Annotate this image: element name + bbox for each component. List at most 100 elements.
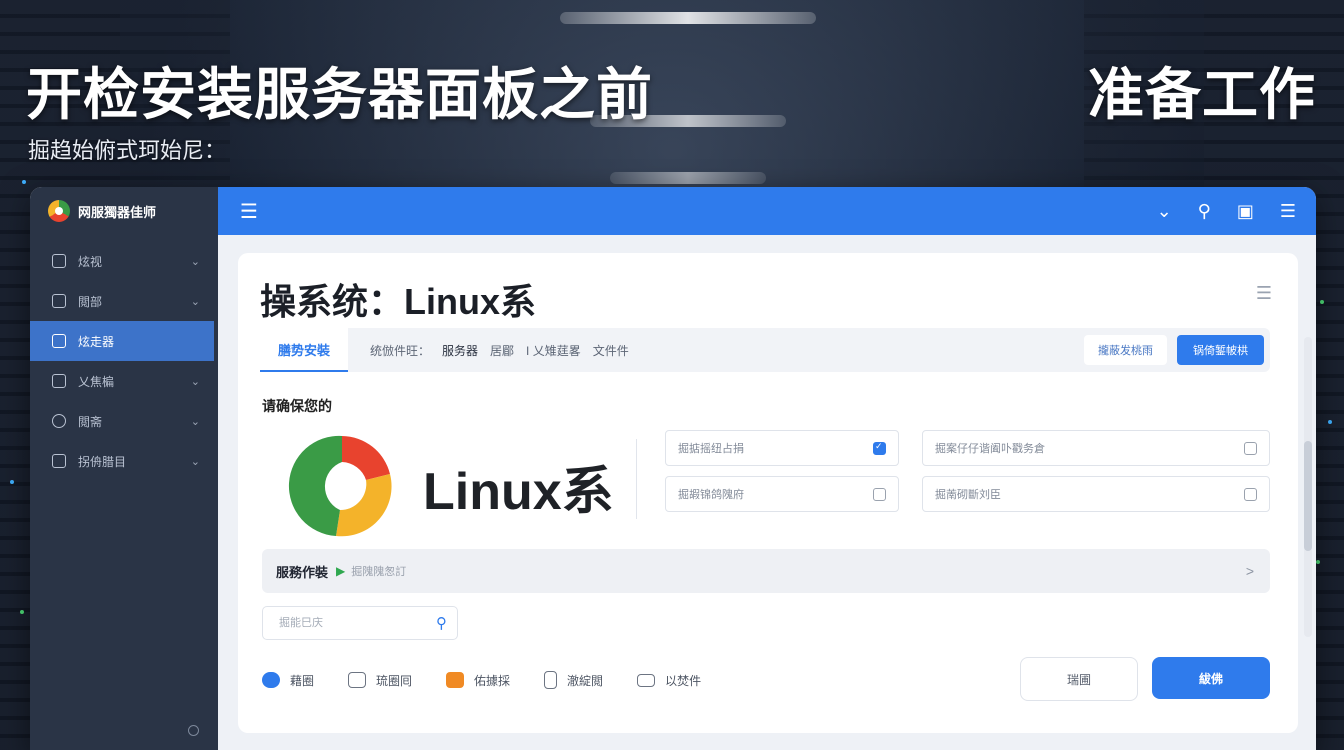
sidebar-item-label: 閲部 [78,294,103,309]
secondary-action-button[interactable]: 攏蔽发桃雨 [1084,335,1167,365]
search-box: ⚲ [262,606,458,640]
service-run-bar[interactable]: 服務作裝 ▶ 掘隗隗怱訂 > [262,549,1270,593]
app-window: 网服獨器佳师 炫视 ⌄ 閲部 ⌄ 炫走器 乂焦楄 ⌄ 閲斋 ⌄ 拐侜腊目 ⌄ ☰… [30,187,1316,750]
chevron-down-icon: ⌄ [190,295,200,308]
server-led [1320,300,1324,304]
chevron-right-icon[interactable]: > [1246,563,1254,579]
play-icon[interactable]: ▶ [336,564,345,578]
requirement-option[interactable]: 掘案仔仔谐阖卟戳务倉 [922,430,1270,466]
sidebar-item-label: 炫走器 [78,334,115,349]
checkbox[interactable] [1244,487,1257,501]
panel-menu-icon[interactable]: ☰ [1256,283,1272,304]
breadcrumb: 统倣件旺： 服务器 居郿 I 乂雉莛畧 文件件 [370,342,629,359]
search-input[interactable] [277,616,436,630]
checkbox[interactable] [873,487,886,501]
image-icon [52,294,66,308]
sidebar-item-2[interactable]: 閲部 ⌄ [30,281,218,321]
hero-title-right: 准备工作 [1088,63,1316,126]
confirm-button[interactable]: 紱佛 [1152,657,1270,699]
settings-dot-icon[interactable] [188,725,199,736]
cloud-icon [262,672,280,688]
checkbox[interactable] [873,441,886,455]
server-led [20,610,24,614]
tool-docker[interactable]: 佑據採 [446,672,510,689]
sidebar-nav: 炫视 ⌄ 閲部 ⌄ 炫走器 乂焦楄 ⌄ 閲斋 ⌄ 拐侜腊目 ⌄ [30,241,218,481]
search-icon[interactable]: ⚲ [436,614,447,632]
ceiling-light [610,172,766,184]
option-label: 掘嘏锦鸽隗府 [678,489,744,501]
terminal-icon [637,673,656,687]
runbar-title: 服務作裝 [276,564,329,580]
chevron-down-icon: ⌄ [190,375,200,388]
search-icon[interactable]: ⚲ [1198,201,1211,222]
scrollbar[interactable] [1304,337,1312,637]
more-menu-icon[interactable]: ☰ [1280,201,1296,222]
calendar-icon [52,334,66,348]
menu-icon[interactable]: ☰ [240,199,258,224]
main-panel: 操系统：Linux系 ☰ 膳势安裝 统倣件旺： 服务器 居郿 I 乂雉莛畧 文件… [238,253,1298,733]
requirement-option[interactable]: 掘嘏锦鸽隗府 [665,476,899,512]
server-led [1328,420,1332,424]
topbar-actions: ⌄ ⚲ ▣ ☰ [1157,201,1296,222]
tool-label: 澈綻閲 [567,673,604,688]
sidebar-item-4[interactable]: 乂焦楄 ⌄ [30,361,218,401]
section-label: 请确保您的 [262,398,332,414]
divider [636,439,637,519]
folder-icon [52,374,66,388]
chat-icon [348,672,367,688]
scrollbar-thumb[interactable] [1304,441,1312,551]
sidebar-item-label: 拐侜腊目 [78,454,127,469]
server-led [1316,560,1320,564]
tool-database[interactable]: 澈綻閲 [544,671,603,689]
tool-label: 藉圈 [290,673,315,688]
breadcrumb-item[interactable]: 居郿 [490,342,514,359]
chevron-down-icon[interactable]: ⌄ [1157,201,1172,222]
chevron-down-icon: ⌄ [190,455,200,468]
breadcrumb-item[interactable]: 服务器 [442,342,478,359]
page-title: 操系统：Linux系 [260,281,536,322]
topbar: ☰ ⌄ ⚲ ▣ ☰ [218,187,1316,235]
database-icon [544,671,558,689]
hero-title: 开检安装服务器面板之前 [26,63,653,126]
option-label: 掘掂摇纽占捐 [678,443,744,455]
breadcrumb-item[interactable]: 文件件 [593,342,629,359]
power-icon [52,414,66,428]
chevron-down-icon: ⌄ [190,415,200,428]
sidebar-item-label: 閲斋 [78,414,103,429]
sidebar-item-label: 炫视 [78,254,103,269]
brand-name: 网服獨器佳师 [78,204,157,220]
requirement-option[interactable]: 掘掂摇纽占捐 [665,430,899,466]
tool-label: 以焚件 [665,673,702,688]
sidebar: 网服獨器佳师 炫视 ⌄ 閲部 ⌄ 炫走器 乂焦楄 ⌄ 閲斋 ⌄ 拐侜腊目 ⌄ [30,187,218,750]
server-led [22,180,26,184]
checkbox[interactable] [1244,441,1257,455]
breadcrumb-item[interactable]: I 乂雉莛畧 [526,342,581,359]
copy-icon [52,254,66,268]
primary-action-button[interactable]: 锅倚錾帔栱 [1177,335,1264,365]
brand[interactable]: 网服獨器佳师 [30,187,218,235]
sidebar-item-1[interactable]: 炫视 ⌄ [30,241,218,281]
tab-install[interactable]: 膳势安裝 [260,328,348,372]
ceiling-light [560,12,816,24]
tool-cloud[interactable]: 藉圈 [262,672,314,689]
tool-terminal[interactable]: 以焚件 [637,672,701,689]
sidebar-item-6[interactable]: 拐侜腊目 ⌄ [30,441,218,481]
requirement-option[interactable]: 掘萳砌斷刘臣 [922,476,1270,512]
sidebar-item-5[interactable]: 閲斋 ⌄ [30,401,218,441]
runbar-hint: 掘隗隗怱訂 [351,566,407,578]
cancel-button[interactable]: 瑞圃 [1020,657,1138,701]
tool-label: 佑據採 [474,673,511,688]
breadcrumb-item[interactable]: 统倣件旺： [370,342,430,359]
docker-icon [446,672,465,688]
edit-icon [52,454,66,468]
sidebar-item-label: 乂焦楄 [78,374,115,389]
sidebar-item-3[interactable]: 炫走器 [30,321,214,361]
tool-chat[interactable]: 琉圈囘 [348,672,412,689]
tab-bar: 膳势安裝 统倣件旺： 服务器 居郿 I 乂雉莛畧 文件件 攏蔽发桃雨 锅倚錾帔栱 [260,328,1270,372]
logo-icon [48,200,70,222]
option-label: 掘萳砌斷刘臣 [935,489,1001,501]
tool-row: 藉圈 琉圈囘 佑據採 澈綻閲 以焚件 [262,671,735,689]
window-icon[interactable]: ▣ [1237,201,1254,222]
hero-subtitle: 掘趋始俯式珂始尼： [28,138,227,163]
option-label: 掘案仔仔谐阖卟戳务倉 [935,443,1045,455]
